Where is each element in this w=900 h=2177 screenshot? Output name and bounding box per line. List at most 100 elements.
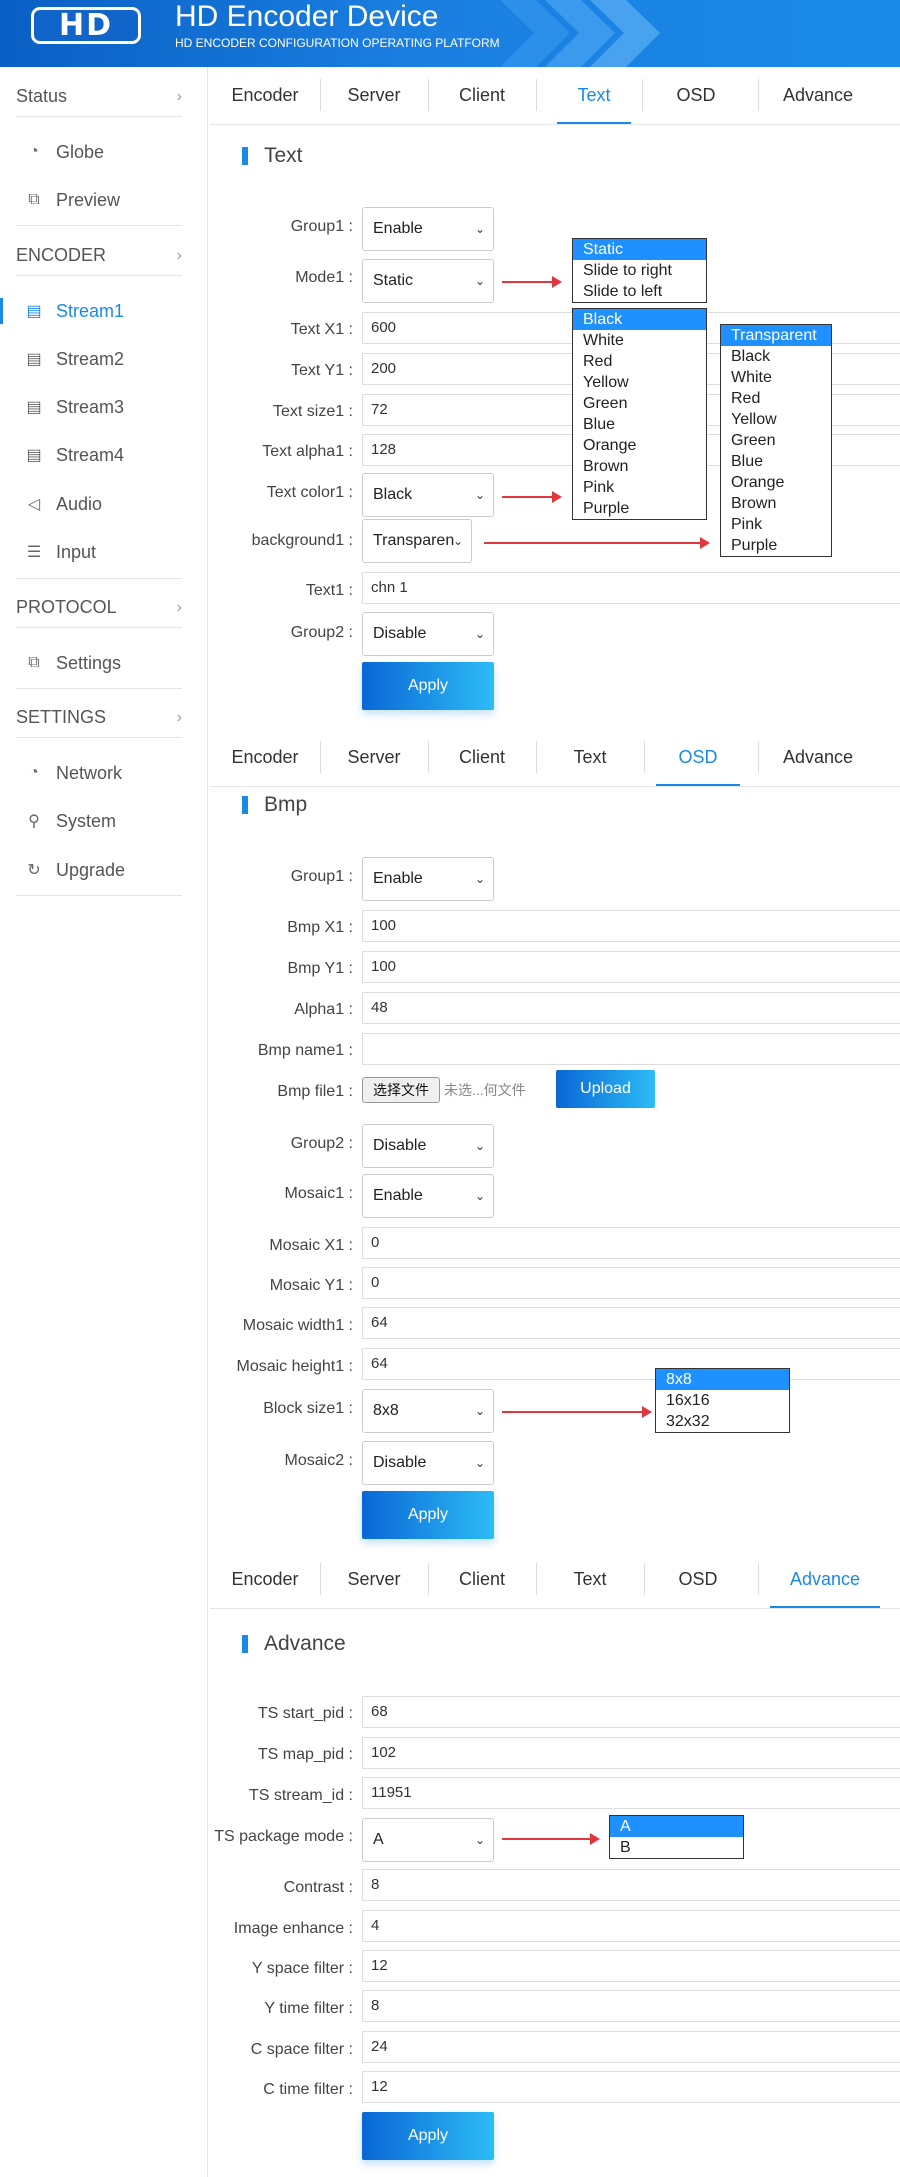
logo-text: HD (58, 8, 113, 43)
tab-text[interactable]: Text (536, 729, 644, 786)
background-option[interactable]: Orange (721, 472, 831, 493)
sidebar-item-input[interactable]: ☰ Input (16, 532, 182, 572)
background-option[interactable]: Transparent (721, 325, 831, 346)
choose-file-button[interactable]: 选择文件 (362, 1077, 440, 1103)
sidebar-section-protocol[interactable]: PROTOCOL › (16, 588, 182, 628)
sidebar-item-preview[interactable]: ⧉ Preview (16, 180, 182, 220)
tab-client[interactable]: Client (428, 729, 536, 786)
bmp-name1-input[interactable] (362, 1033, 900, 1065)
tab-encoder[interactable]: Encoder (210, 1551, 320, 1608)
tab-server[interactable]: Server (320, 729, 428, 786)
tab-encoder[interactable]: Encoder (210, 729, 320, 786)
ts-stream-id-input[interactable]: 11951 (362, 1777, 900, 1809)
apply-button[interactable]: Apply (362, 662, 494, 710)
ts-start-pid-input[interactable]: 68 (362, 1696, 900, 1728)
sidebar-section-status[interactable]: Status › (16, 77, 182, 117)
sidebar-item-globe[interactable]: ◔ Globe (16, 132, 182, 172)
alpha1-input[interactable]: 48 (362, 992, 900, 1024)
sidebar-item-stream2[interactable]: ▤ Stream2 (16, 339, 182, 379)
tab-client[interactable]: Client (428, 1551, 536, 1608)
background-option[interactable]: Brown (721, 493, 831, 514)
mosaic1-select[interactable]: Enable ⌄ (362, 1174, 494, 1218)
apply-button[interactable]: Apply (362, 1491, 494, 1539)
y-space-filter-input[interactable]: 12 (362, 1950, 900, 1982)
color-option[interactable]: Pink (573, 477, 706, 498)
tab-text[interactable]: Text (557, 67, 631, 124)
contrast-input[interactable]: 8 (362, 1869, 900, 1901)
mosaic-y1-input[interactable]: 0 (362, 1267, 900, 1299)
sidebar-item-upgrade[interactable]: ↻ Upgrade (16, 850, 182, 890)
image-enhance-input[interactable]: 4 (362, 1910, 900, 1942)
background-option[interactable]: Red (721, 388, 831, 409)
sidebar-item-system[interactable]: ⚲ System (16, 801, 182, 841)
sidebar-item-stream4[interactable]: ▤ Stream4 (16, 435, 182, 475)
sidebar-item-audio[interactable]: ◁ Audio (16, 484, 182, 524)
block-size-option[interactable]: 32x32 (656, 1411, 789, 1432)
bmp-y1-input[interactable]: 100 (362, 951, 900, 983)
osd-group2-select[interactable]: Disable ⌄ (362, 1124, 494, 1168)
text-color1-select[interactable]: Black ⌄ (362, 473, 494, 517)
group1-select[interactable]: Enable ⌄ (362, 207, 494, 251)
mode-option[interactable]: Slide to left (573, 281, 706, 302)
block-size-option[interactable]: 8x8 (656, 1369, 789, 1390)
background-option[interactable]: Yellow (721, 409, 831, 430)
package-mode-option[interactable]: A (610, 1816, 743, 1837)
background-option[interactable]: Black (721, 346, 831, 367)
background-option[interactable]: White (721, 367, 831, 388)
mosaic-height1-input[interactable]: 64 (362, 1348, 900, 1380)
bmp-x1-input[interactable]: 100 (362, 910, 900, 942)
background-option[interactable]: Purple (721, 535, 831, 556)
tab-osd[interactable]: OSD (644, 1551, 752, 1608)
text1-input[interactable]: chn 1 (362, 572, 900, 604)
sidebar-section-settings[interactable]: SETTINGS › (16, 698, 182, 738)
tab-server[interactable]: Server (320, 1551, 428, 1608)
sidebar-item-network[interactable]: ◔ Network (16, 753, 182, 793)
block-size-option[interactable]: 16x16 (656, 1390, 789, 1411)
sidebar-item-settings[interactable]: ⧉ Settings (16, 643, 182, 683)
color-option[interactable]: Red (573, 351, 706, 372)
tab-server[interactable]: Server (320, 67, 428, 124)
c-time-filter-input[interactable]: 12 (362, 2071, 900, 2103)
tab-osd[interactable]: OSD (642, 67, 750, 124)
app-subtitle: HD ENCODER CONFIGURATION OPERATING PLATF… (175, 36, 500, 50)
c-space-filter-input[interactable]: 24 (362, 2031, 900, 2063)
color-option[interactable]: Brown (573, 456, 706, 477)
tab-text[interactable]: Text (536, 1551, 644, 1608)
color-option[interactable]: Black (573, 309, 706, 330)
mode-option[interactable]: Static (573, 239, 706, 260)
sidebar-item-stream3[interactable]: ▤ Stream3 (16, 387, 182, 427)
sidebar-item-stream1[interactable]: ▤ Stream1 (16, 291, 182, 331)
color-option[interactable]: Purple (573, 498, 706, 519)
group2-select[interactable]: Disable ⌄ (362, 612, 494, 656)
color-option[interactable]: Blue (573, 414, 706, 435)
ts-package-mode-select[interactable]: A ⌄ (362, 1818, 494, 1862)
background-option[interactable]: Blue (721, 451, 831, 472)
package-mode-option[interactable]: B (610, 1837, 743, 1858)
background-option[interactable]: Pink (721, 514, 831, 535)
tab-advance[interactable]: Advance (758, 729, 878, 786)
apply-button[interactable]: Apply (362, 2112, 494, 2160)
mosaic2-select[interactable]: Disable ⌄ (362, 1441, 494, 1485)
upload-button[interactable]: Upload (556, 1070, 655, 1108)
background1-select[interactable]: Transparen ⌄ (362, 519, 472, 563)
chevron-down-icon: ⌄ (474, 274, 485, 288)
tab-client[interactable]: Client (428, 67, 536, 124)
sidebar-section-encoder[interactable]: ENCODER › (16, 236, 182, 276)
color-option[interactable]: White (573, 330, 706, 351)
mosaic-x1-input[interactable]: 0 (362, 1227, 900, 1259)
background-option[interactable]: Green (721, 430, 831, 451)
y-time-filter-input[interactable]: 8 (362, 1990, 900, 2022)
osd-group1-select[interactable]: Enable ⌄ (362, 857, 494, 901)
mosaic-width1-input[interactable]: 64 (362, 1307, 900, 1339)
tab-osd[interactable]: OSD (656, 729, 740, 786)
block-size1-select[interactable]: 8x8 ⌄ (362, 1389, 494, 1433)
color-option[interactable]: Green (573, 393, 706, 414)
color-option[interactable]: Yellow (573, 372, 706, 393)
mode1-select[interactable]: Static ⌄ (362, 259, 494, 303)
color-option[interactable]: Orange (573, 435, 706, 456)
tab-advance[interactable]: Advance (770, 1551, 880, 1608)
ts-map-pid-input[interactable]: 102 (362, 1737, 900, 1769)
tab-advance[interactable]: Advance (758, 67, 878, 124)
tab-encoder[interactable]: Encoder (210, 67, 320, 124)
mode-option[interactable]: Slide to right (573, 260, 706, 281)
